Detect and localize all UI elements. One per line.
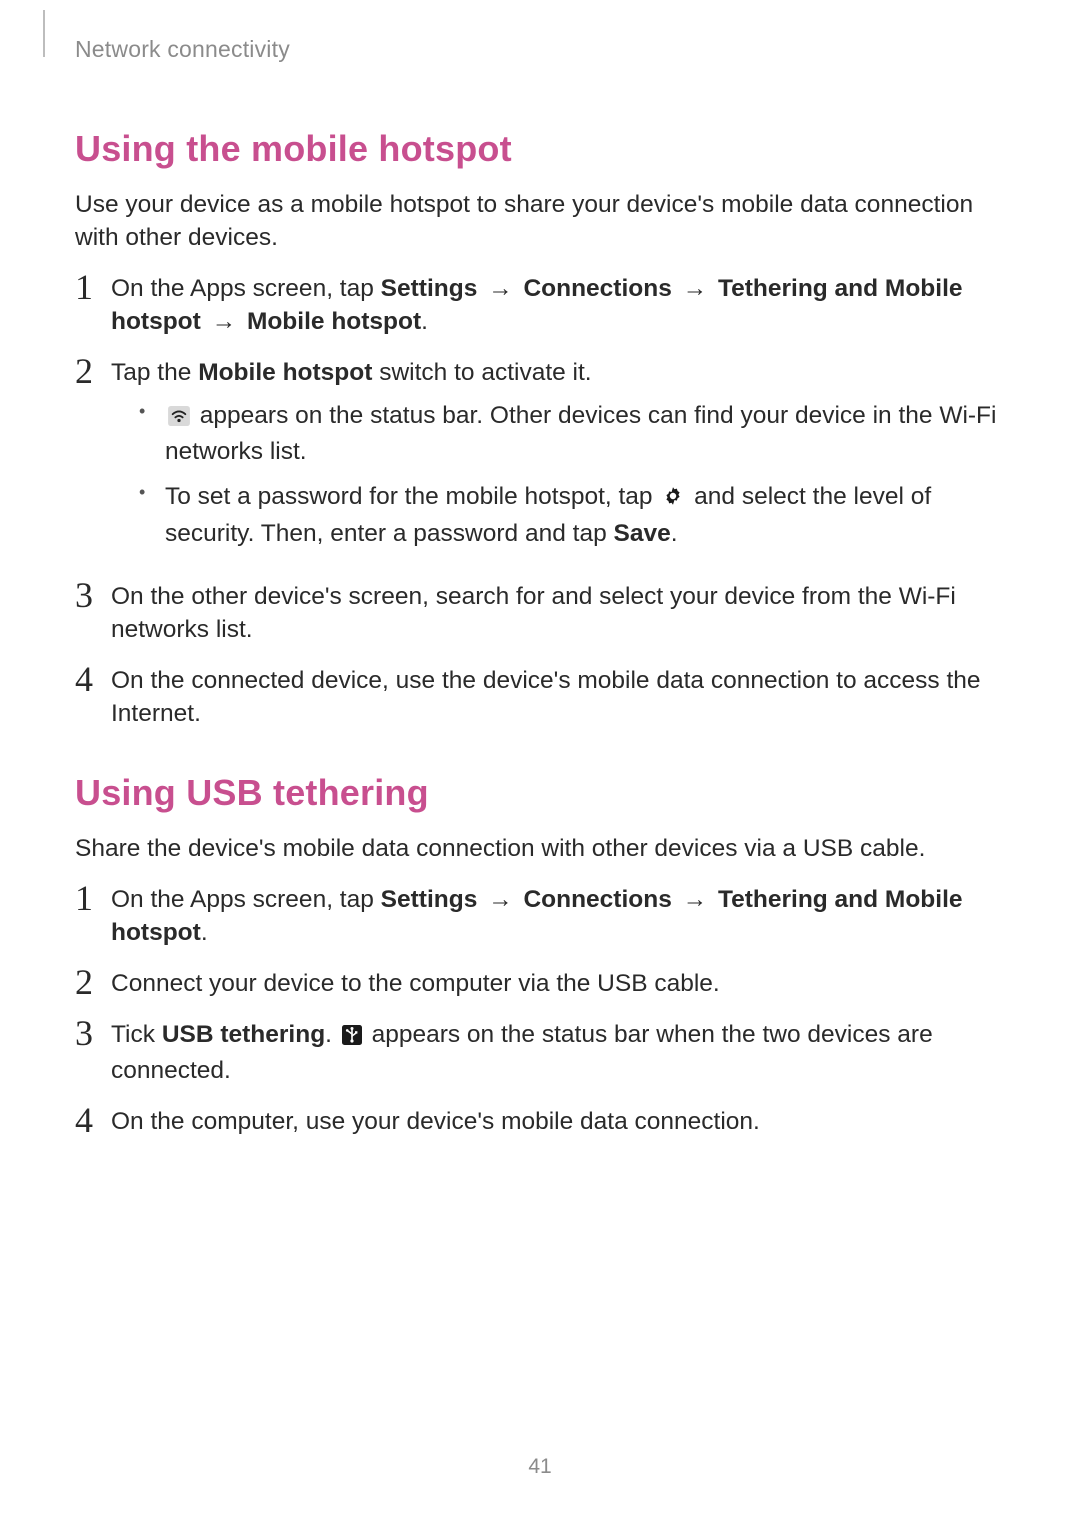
path-mobile-hotspot: Mobile hotspot xyxy=(247,308,421,335)
hotspot-steps: 1 On the Apps screen, tap Settings → Con… xyxy=(75,272,1005,730)
step-body: Connect your device to the computer via … xyxy=(111,967,1005,1000)
step-number: 3 xyxy=(75,1015,111,1051)
bold-usb-tethering: USB tethering xyxy=(162,1021,325,1048)
bold-save: Save xyxy=(614,520,671,547)
step-number: 3 xyxy=(75,577,111,613)
section-title-hotspot: Using the mobile hotspot xyxy=(75,128,1005,170)
list-item: appears on the status bar. Other devices… xyxy=(139,399,1005,468)
text: appears on the status bar. Other devices… xyxy=(165,402,996,465)
text: On the Apps screen, tap xyxy=(111,275,381,302)
text: . xyxy=(421,308,428,335)
path-connections: Connections xyxy=(523,886,671,913)
arrow-icon: → xyxy=(672,275,718,302)
path-connections: Connections xyxy=(523,275,671,302)
step-body: On the Apps screen, tap Settings → Conne… xyxy=(111,883,1005,949)
arrow-icon: → xyxy=(477,275,523,302)
step-2: 2 Connect your device to the computer vi… xyxy=(75,967,1005,1000)
section-intro-hotspot: Use your device as a mobile hotspot to s… xyxy=(75,188,1005,254)
step-body: On the other device's screen, search for… xyxy=(111,580,1005,646)
step-4: 4 On the connected device, use the devic… xyxy=(75,664,1005,730)
text: Tap the xyxy=(111,359,198,386)
step-1: 1 On the Apps screen, tap Settings → Con… xyxy=(75,272,1005,338)
bold-mobile-hotspot: Mobile hotspot xyxy=(198,359,372,386)
text: . xyxy=(671,520,678,547)
text: . xyxy=(325,1021,339,1048)
usb-steps: 1 On the Apps screen, tap Settings → Con… xyxy=(75,883,1005,1138)
hotspot-status-icon xyxy=(168,402,190,435)
step-body: On the Apps screen, tap Settings → Conne… xyxy=(111,272,1005,338)
step-body: On the computer, use your device's mobil… xyxy=(111,1105,1005,1138)
step-number: 1 xyxy=(75,269,111,305)
text: Tick xyxy=(111,1021,162,1048)
gear-icon xyxy=(662,483,684,516)
step-body: Tick USB tethering. appe xyxy=(111,1018,1005,1087)
path-settings: Settings xyxy=(381,275,478,302)
step-4: 4 On the computer, use your device's mob… xyxy=(75,1105,1005,1138)
text: On the Apps screen, tap xyxy=(111,886,381,913)
step-number: 4 xyxy=(75,1102,111,1138)
text: . xyxy=(201,919,208,946)
arrow-icon: → xyxy=(672,886,718,913)
page-number: 41 xyxy=(0,1455,1080,1479)
text: switch to activate it. xyxy=(372,359,591,386)
step-3: 3 On the other device's screen, search f… xyxy=(75,580,1005,646)
breadcrumb: Network connectivity xyxy=(75,36,1005,63)
step-number: 4 xyxy=(75,661,111,697)
step-body: Tap the Mobile hotspot switch to activat… xyxy=(111,356,1005,561)
usb-status-icon xyxy=(342,1021,362,1054)
arrow-icon: → xyxy=(477,886,523,913)
text: To set a password for the mobile hotspot… xyxy=(165,483,659,510)
step-2: 2 Tap the Mobile hotspot switch to activ… xyxy=(75,356,1005,561)
step-body: On the connected device, use the device'… xyxy=(111,664,1005,730)
step-number: 2 xyxy=(75,353,111,389)
step-number: 2 xyxy=(75,964,111,1000)
list-item: To set a password for the mobile hotspot… xyxy=(139,480,1005,549)
section-title-usb: Using USB tethering xyxy=(75,772,1005,814)
step-1: 1 On the Apps screen, tap Settings → Con… xyxy=(75,883,1005,949)
step-number: 1 xyxy=(75,880,111,916)
step-3: 3 Tick USB tethering. xyxy=(75,1018,1005,1087)
path-settings: Settings xyxy=(381,886,478,913)
section-intro-usb: Share the device's mobile data connectio… xyxy=(75,832,1005,865)
sub-list: appears on the status bar. Other devices… xyxy=(111,399,1005,549)
manual-page: Network connectivity Using the mobile ho… xyxy=(0,0,1080,1527)
arrow-icon: → xyxy=(201,308,247,335)
header-rule xyxy=(43,10,45,57)
